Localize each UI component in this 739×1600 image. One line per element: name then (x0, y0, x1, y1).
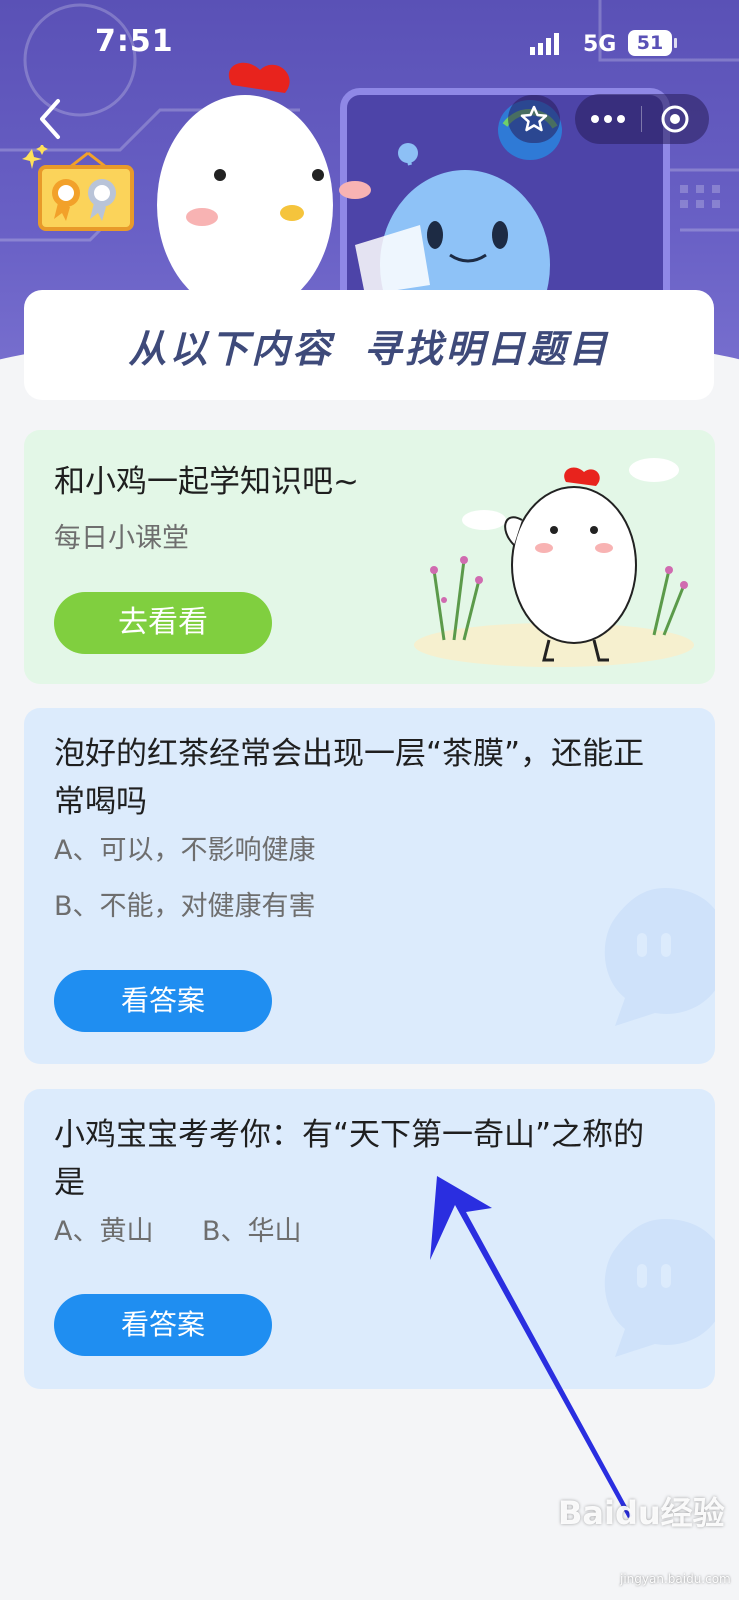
close-button[interactable] (642, 94, 708, 144)
status-bar: 7:51 5G 51 (0, 0, 739, 90)
more-dots-icon (591, 115, 625, 123)
question-2-text: 小鸡宝宝考考你：有“天下第一奇山”之称的是 (54, 1117, 645, 1201)
view-answer-button-1[interactable]: 看答案 (54, 970, 272, 1032)
view-answer-button-2[interactable]: 看答案 (54, 1294, 272, 1356)
question-card-2: 小鸡宝宝考考你：有“天下第一奇山”之称的是 A、黄山 B、华山 看答案 (24, 1089, 715, 1389)
signal-icon (530, 33, 559, 55)
network-type: 5G (583, 32, 617, 57)
chat-bubble-icon (604, 888, 715, 1026)
status-time: 7:51 (95, 24, 174, 59)
favorite-button[interactable] (508, 95, 560, 143)
go-see-button[interactable]: 去看看 (54, 592, 272, 654)
chevron-left-icon (40, 99, 60, 139)
header-banner: 7:51 5G 51 从以下内容 寻找明日题目 (0, 0, 739, 400)
question-1-text: 泡好的红茶经常会出现一层“茶膜”，还能正常喝吗 (54, 736, 645, 820)
banner-title-card: 从以下内容 寻找明日题目 (24, 290, 714, 400)
medal-frame-icon (22, 145, 134, 231)
daily-lesson-card[interactable]: 和小鸡一起学知识吧~ 每日小课堂 去看看 (24, 430, 715, 684)
baidu-watermark: Baidu经验 (558, 1494, 725, 1532)
page: 7:51 5G 51 从以下内容 寻找明日题目 和小鸡一起学知识吧~ 每日小课堂… (0, 0, 739, 1600)
mini-program-capsule (575, 94, 709, 144)
question-2-option-a: A、黄山 (54, 1216, 154, 1247)
more-button[interactable] (575, 94, 641, 144)
question-2-option-b: B、华山 (202, 1216, 302, 1247)
chicken-and-alien-mascots (157, 62, 562, 295)
question-1-option-b: B、不能，对健康有害 (54, 891, 316, 922)
baidu-watermark-url: jingyan.baidu.com (620, 1572, 731, 1586)
question-1-option-a: A、可以，不影响健康 (54, 835, 316, 866)
chat-bubble-icon (604, 1219, 715, 1357)
star-icon (520, 105, 548, 132)
lesson-card-subtitle: 每日小课堂 (54, 523, 189, 554)
banner-title: 从以下内容 寻找明日题目 (128, 326, 610, 371)
battery-indicator: 51 (628, 30, 677, 56)
chicken-illustration (414, 458, 694, 667)
back-button[interactable] (30, 95, 66, 143)
question-card-1: 泡好的红茶经常会出现一层“茶膜”，还能正常喝吗 A、可以，不影响健康 B、不能，… (24, 708, 715, 1064)
target-close-icon (661, 105, 689, 133)
